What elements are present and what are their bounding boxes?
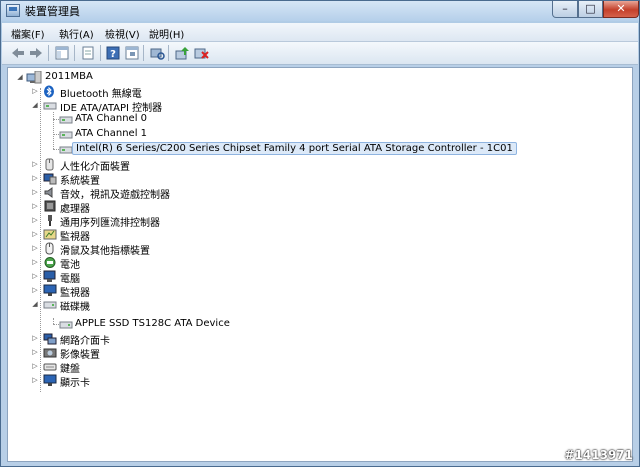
battery-icon xyxy=(43,256,57,268)
tree-item-label: 顯示卡 xyxy=(60,378,90,389)
display-adapter-icon xyxy=(43,374,57,386)
tree-item-label: 磁碟機 xyxy=(60,302,90,313)
tree-item[interactable]: ▷ 系統裝置 xyxy=(8,171,628,187)
tree-item[interactable]: ▷ 電池 xyxy=(8,255,628,271)
properties-icon[interactable] xyxy=(80,45,96,61)
keyboard-icon xyxy=(43,360,57,372)
title-bar[interactable]: 裝置管理員 – □ ✕ xyxy=(1,1,639,21)
show-hidden-icon[interactable] xyxy=(124,45,140,61)
computer-icon xyxy=(43,270,57,282)
tree-child-item[interactable]: ATA Channel 1 xyxy=(8,127,628,142)
tree-root[interactable]: ◢ 2011MBA xyxy=(8,70,628,85)
expand-arrow-icon[interactable]: ▷ xyxy=(31,272,39,281)
tree-item[interactable]: ▷ 人性化介面裝置 xyxy=(8,157,628,173)
device-manager-window: 裝置管理員 – □ ✕ 檔案(F) 執行(A) 檢視(V) 說明(H) ? ◢ … xyxy=(0,0,640,467)
toolbar-separator xyxy=(74,45,75,61)
ide-channel-icon xyxy=(59,128,73,140)
window-title: 裝置管理員 xyxy=(25,5,80,18)
expand-arrow-icon[interactable]: ▷ xyxy=(31,334,39,343)
tree-child-label: Intel(R) 6 Series/C200 Series Chipset Fa… xyxy=(72,142,517,155)
tree-child-item-selected[interactable]: Intel(R) 6 Series/C200 Series Chipset Fa… xyxy=(8,142,628,157)
tree-item[interactable]: ◢ IDE ATA/ATAPI 控制器 xyxy=(8,98,628,114)
tree-child-label: ATA Channel 0 xyxy=(75,113,148,124)
toolbar-separator xyxy=(143,45,144,61)
processor-icon xyxy=(43,200,57,212)
update-driver-icon[interactable] xyxy=(174,45,190,61)
tree-item[interactable]: ▷ 滑鼠及其他指標裝置 xyxy=(8,241,628,257)
uninstall-icon[interactable] xyxy=(193,45,209,61)
tree-root-label: 2011MBA xyxy=(45,71,93,82)
expand-arrow-icon[interactable]: ▷ xyxy=(31,244,39,253)
menu-bar: 檔案(F) 執行(A) 檢視(V) 說明(H) xyxy=(2,23,638,42)
expand-arrow-icon[interactable]: ▷ xyxy=(31,202,39,211)
device-manager-icon xyxy=(6,4,20,17)
usb-icon xyxy=(43,214,57,226)
toolbar: ? xyxy=(2,42,638,65)
tree-item[interactable]: ▷ 監視器 xyxy=(8,227,628,243)
tree-item[interactable]: ▷ 顯示卡 xyxy=(8,373,628,389)
tree-item[interactable]: ▷ 監視器 xyxy=(8,283,628,299)
ide-controller-icon xyxy=(43,99,57,111)
sensor-icon xyxy=(43,228,57,240)
tree-item[interactable]: ▷ 鍵盤 xyxy=(8,359,628,375)
maximize-button[interactable]: □ xyxy=(578,1,603,18)
sata-controller-icon xyxy=(59,143,73,155)
tree-item[interactable]: ▷ 音效，視訊及遊戲控制器 xyxy=(8,185,628,201)
collapse-arrow-icon[interactable]: ◢ xyxy=(31,101,39,110)
expand-arrow-icon[interactable]: ▷ xyxy=(31,174,39,183)
tree-child-label: ATA Channel 1 xyxy=(75,128,148,139)
collapse-arrow-icon[interactable]: ◢ xyxy=(16,73,24,82)
expand-arrow-icon[interactable]: ▷ xyxy=(31,188,39,197)
expand-arrow-icon[interactable]: ▷ xyxy=(31,87,39,96)
menu-action[interactable]: 執行(A) xyxy=(59,26,94,41)
expand-arrow-icon[interactable]: ▷ xyxy=(31,230,39,239)
expand-arrow-icon[interactable]: ▷ xyxy=(31,160,39,169)
tree-item[interactable]: ▷ 處理器 xyxy=(8,199,628,215)
bluetooth-icon xyxy=(43,85,57,98)
tree-item[interactable]: ◢ 磁碟機 xyxy=(8,297,628,313)
help-icon[interactable]: ? xyxy=(105,45,121,61)
network-adapter-icon xyxy=(43,332,57,345)
device-tree[interactable]: ◢ 2011MBA ▷ Bluetooth 無線電 ◢ IDE ATA/ATAP… xyxy=(7,67,633,462)
tree-child-item[interactable]: ATA Channel 0 xyxy=(8,112,628,127)
tree-item[interactable]: ▷ Bluetooth 無線電 xyxy=(8,84,628,100)
hid-icon xyxy=(43,158,57,171)
tree-child-label: APPLE SSD TS128C ATA Device xyxy=(75,318,230,329)
menu-view[interactable]: 檢視(V) xyxy=(105,26,140,41)
console-tree-icon[interactable] xyxy=(54,45,70,61)
sound-icon xyxy=(43,186,57,198)
svg-text:?: ? xyxy=(110,49,116,60)
toolbar-separator xyxy=(168,45,169,61)
close-button[interactable]: ✕ xyxy=(603,1,639,18)
expand-arrow-icon[interactable]: ▷ xyxy=(31,376,39,385)
computer-root-icon xyxy=(26,70,42,84)
ide-channel-icon xyxy=(59,113,73,125)
toolbar-separator xyxy=(100,45,101,61)
mouse-icon xyxy=(43,242,57,255)
tree-item[interactable]: ▷ 通用序列匯流排控制器 xyxy=(8,213,628,229)
expand-arrow-icon[interactable]: ▷ xyxy=(31,348,39,357)
scan-hardware-icon[interactable] xyxy=(149,45,165,61)
watermark: #1413971 xyxy=(564,448,633,462)
collapse-arrow-icon[interactable]: ◢ xyxy=(31,300,39,309)
tree-child-item[interactable]: APPLE SSD TS128C ATA Device xyxy=(8,317,628,332)
menu-file[interactable]: 檔案(F) xyxy=(11,26,45,41)
monitor-icon xyxy=(43,284,57,296)
tree-item[interactable]: ▷ 電腦 xyxy=(8,269,628,285)
system-device-icon xyxy=(43,172,57,185)
imaging-icon xyxy=(43,346,57,358)
forward-icon[interactable] xyxy=(28,45,44,61)
disk-drive-icon xyxy=(43,298,57,310)
ssd-device-icon xyxy=(59,318,73,330)
tree-item[interactable]: ▷ 影像裝置 xyxy=(8,345,628,361)
expand-arrow-icon[interactable]: ▷ xyxy=(31,258,39,267)
expand-arrow-icon[interactable]: ▷ xyxy=(31,286,39,295)
back-icon[interactable] xyxy=(10,45,26,61)
minimize-button[interactable]: – xyxy=(552,1,578,18)
tree-item[interactable]: ▷ 網路介面卡 xyxy=(8,331,628,347)
expand-arrow-icon[interactable]: ▷ xyxy=(31,362,39,371)
expand-arrow-icon[interactable]: ▷ xyxy=(31,216,39,225)
toolbar-separator xyxy=(48,45,49,61)
menu-help[interactable]: 說明(H) xyxy=(149,26,184,41)
